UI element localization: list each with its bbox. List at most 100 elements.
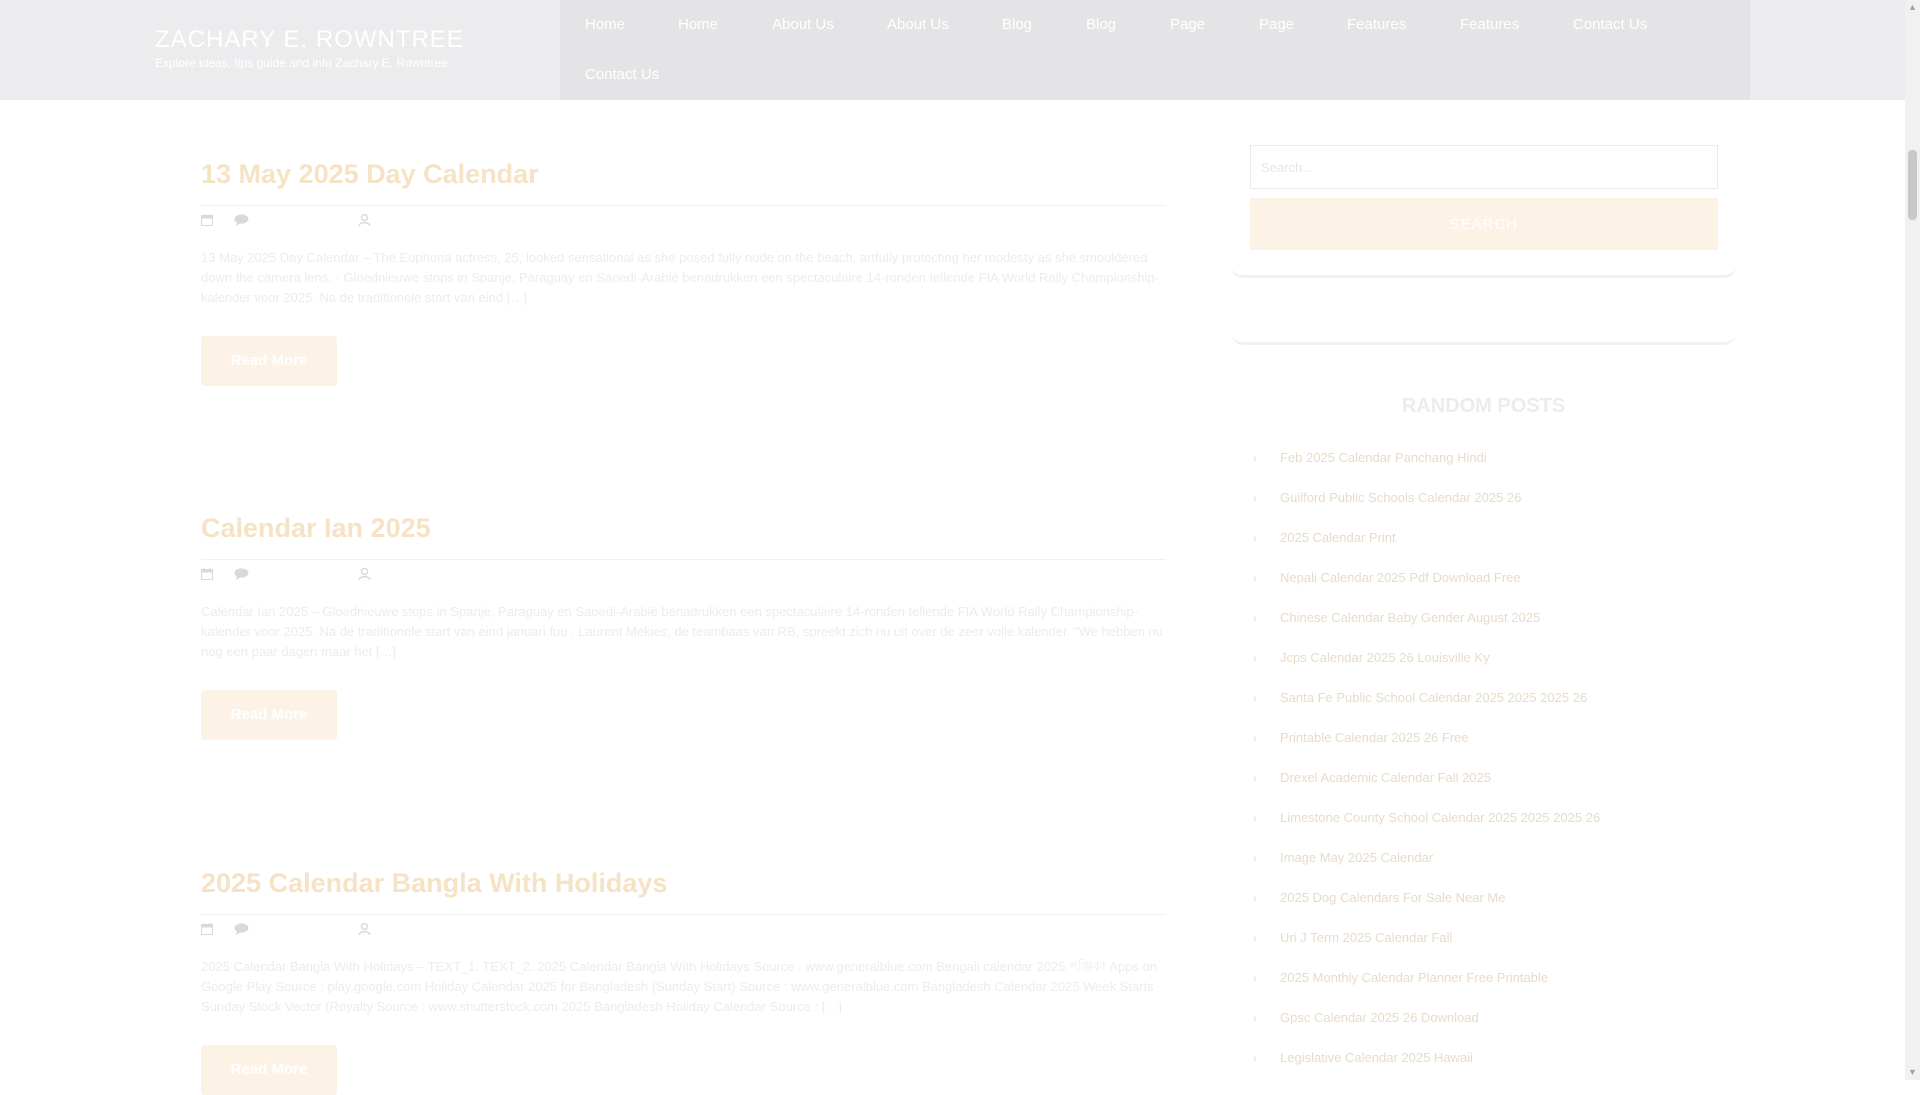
post-excerpt: 2025 Calendar Bangla With Holidays – TEX…	[201, 959, 1157, 1014]
read-more-button[interactable]: Read More	[201, 690, 337, 740]
random-post-link[interactable]: 2025 Monthly Calendar Planner Free Print…	[1280, 970, 1548, 985]
comments-link[interactable]: No Comments	[260, 214, 343, 229]
random-post-link[interactable]: Santa Fe Public School Calendar 2025 202…	[1280, 690, 1587, 705]
scrollbar-thumb[interactable]	[1908, 150, 1917, 220]
random-post-link[interactable]: Feb 2025 Calendar Panchang Hindi	[1280, 450, 1487, 465]
caret-right-icon: ›	[1253, 811, 1257, 825]
random-post-link[interactable]: Printable Calendar 2025 26 Free	[1280, 730, 1469, 745]
random-posts-title: RANDOM POSTS	[1401, 395, 1566, 417]
search-widget: SEARCH	[1231, 127, 1736, 278]
post-meta: No Comments	[201, 214, 1166, 234]
caret-right-icon: ›	[1253, 611, 1257, 625]
nav-item-home[interactable]: Home	[585, 16, 625, 33]
post-article: 2025 Calendar Bangla With Holidays No Co…	[201, 866, 1166, 1095]
random-post-link[interactable]: Limestone County School Calendar 2025 20…	[1280, 810, 1600, 825]
list-item[interactable]: › Limestone County School Calendar 2025 2…	[1250, 808, 1730, 848]
random-post-link[interactable]: 2025 Calendar Print	[1280, 530, 1396, 545]
post-meta: No Comments	[201, 923, 1166, 943]
nav-item-about-us[interactable]: About Us	[887, 16, 949, 33]
caret-right-icon: ›	[1253, 891, 1257, 905]
list-item[interactable]: › Gpsc Calendar 2025 26 Download	[1250, 1008, 1730, 1048]
search-button[interactable]: SEARCH	[1250, 198, 1718, 250]
nav-item-page[interactable]: Page	[1170, 16, 1205, 33]
caret-right-icon: ›	[1253, 1011, 1257, 1025]
list-item[interactable]: › Legislative Calendar 2025 Hawaii	[1250, 1048, 1730, 1088]
nav-item-about-us[interactable]: About Us	[772, 16, 834, 33]
nav-item-contact-us[interactable]: Contact Us	[1573, 16, 1647, 33]
sidebar-widget	[1231, 282, 1736, 345]
caret-right-icon: ›	[1253, 571, 1257, 585]
calendar-icon	[201, 214, 213, 226]
caret-right-icon: ›	[1253, 851, 1257, 865]
random-post-link[interactable]: Legislative Calendar 2025 Hawaii	[1280, 1050, 1473, 1065]
user-icon	[358, 923, 371, 935]
random-post-link[interactable]: 2025 Dog Calendars For Sale Near Me	[1280, 890, 1505, 905]
comments-link[interactable]: No Comments	[260, 923, 343, 938]
random-post-link[interactable]: Gpsc Calendar 2025 26 Download	[1280, 1010, 1479, 1025]
list-item[interactable]: › Guilford Public Schools Calendar 2025 2…	[1250, 488, 1730, 528]
random-post-link[interactable]: Uri J Term 2025 Calendar Fall	[1280, 930, 1452, 945]
caret-right-icon: ›	[1253, 771, 1257, 785]
list-item[interactable]: › 2025 Calendar Print	[1250, 528, 1730, 568]
post-excerpt: 13 May 2025 Day Calendar – The Euphoria …	[201, 250, 1159, 305]
caret-right-icon: ›	[1253, 691, 1257, 705]
nav-item-contact-us[interactable]: Contact Us	[585, 66, 659, 83]
list-item[interactable]: › Drexel Academic Calendar Fall 2025	[1250, 768, 1730, 808]
main-nav: Home Home About Us About Us Blog Blog Pa…	[560, 0, 1750, 100]
list-item[interactable]: › 2025 Monthly Calendar Planner Free Prin…	[1250, 968, 1730, 1008]
list-item[interactable]: › Printable Calendar 2025 26 Free	[1250, 728, 1730, 768]
nav-item-blog[interactable]: Blog	[1086, 16, 1116, 33]
post-divider	[201, 559, 1166, 560]
comment-icon	[234, 568, 249, 580]
calendar-icon	[201, 568, 213, 580]
user-icon	[358, 214, 371, 226]
post-title[interactable]: 2025 Calendar Bangla With Holidays	[201, 866, 1166, 900]
nav-item-features[interactable]: Features	[1347, 16, 1406, 33]
random-post-link[interactable]: Chinese Calendar Baby Gender August 2025	[1280, 610, 1540, 625]
nav-item-home[interactable]: Home	[678, 16, 718, 33]
read-more-button[interactable]: Read More	[201, 1045, 337, 1095]
comment-icon	[234, 214, 249, 226]
scroll-up-arrow-icon[interactable]: ▲	[1905, 0, 1920, 15]
list-item[interactable]: › 2025 Dog Calendars For Sale Near Me	[1250, 888, 1730, 928]
caret-right-icon: ›	[1253, 491, 1257, 505]
random-post-link[interactable]: Drexel Academic Calendar Fall 2025	[1280, 770, 1491, 785]
brand[interactable]: ZACHARY E. ROWNTREE Explore ideas, tips …	[155, 26, 464, 70]
scroll-down-arrow-icon[interactable]: ▼	[1905, 1065, 1920, 1080]
post-title[interactable]: Calendar Ian 2025	[201, 511, 1166, 545]
calendar-icon	[201, 923, 213, 935]
post-article: 13 May 2025 Day Calendar No Comments 13 …	[201, 157, 1166, 386]
list-item[interactable]: › Image May 2025 Calendar	[1250, 848, 1730, 888]
nav-item-page[interactable]: Page	[1259, 16, 1294, 33]
random-post-link[interactable]: Image May 2025 Calendar	[1280, 850, 1433, 865]
post-title[interactable]: 13 May 2025 Day Calendar	[201, 157, 1166, 191]
read-more-button[interactable]: Read More	[201, 336, 337, 386]
post-meta: No Comments	[201, 568, 1166, 588]
site-tagline: Explore ideas, tips guide and info Zacha…	[155, 56, 448, 70]
list-item[interactable]: › Feb 2025 Calendar Panchang Hindi	[1250, 448, 1730, 488]
search-input[interactable]	[1250, 145, 1718, 189]
post-article: Calendar Ian 2025 No Comments Calendar I…	[201, 511, 1166, 740]
comments-link[interactable]: No Comments	[260, 568, 343, 583]
random-post-link[interactable]: Jcps Calendar 2025 26 Louisville Ky	[1280, 650, 1490, 665]
nav-item-features[interactable]: Features	[1460, 16, 1519, 33]
random-post-link[interactable]: Guilford Public Schools Calendar 2025 26	[1280, 490, 1521, 505]
caret-right-icon: ›	[1253, 1051, 1257, 1065]
site-title[interactable]: ZACHARY E. ROWNTREE	[155, 26, 464, 54]
list-item[interactable]: › Nepali Calendar 2025 Pdf Download Free	[1250, 568, 1730, 608]
list-item[interactable]: › Chinese Calendar Baby Gender August 202…	[1250, 608, 1730, 648]
nav-item-blog[interactable]: Blog	[1002, 16, 1032, 33]
random-post-link[interactable]: Nepali Calendar 2025 Pdf Download Free	[1280, 570, 1521, 585]
comment-icon	[234, 923, 249, 935]
post-excerpt: Calendar Ian 2025 – Gloednieuwe stops in…	[201, 604, 1163, 659]
list-item[interactable]: › Jcps Calendar 2025 26 Louisville Ky	[1250, 648, 1730, 688]
caret-right-icon: ›	[1253, 651, 1257, 665]
page-scrollbar[interactable]: ▲ ▼	[1905, 0, 1920, 1080]
list-item[interactable]: › Uri J Term 2025 Calendar Fall	[1250, 928, 1730, 968]
user-icon	[358, 568, 371, 580]
caret-right-icon: ›	[1253, 531, 1257, 545]
caret-right-icon: ›	[1253, 971, 1257, 985]
caret-right-icon: ›	[1253, 731, 1257, 745]
caret-right-icon: ›	[1253, 931, 1257, 945]
list-item[interactable]: › Santa Fe Public School Calendar 2025 20…	[1250, 688, 1730, 728]
